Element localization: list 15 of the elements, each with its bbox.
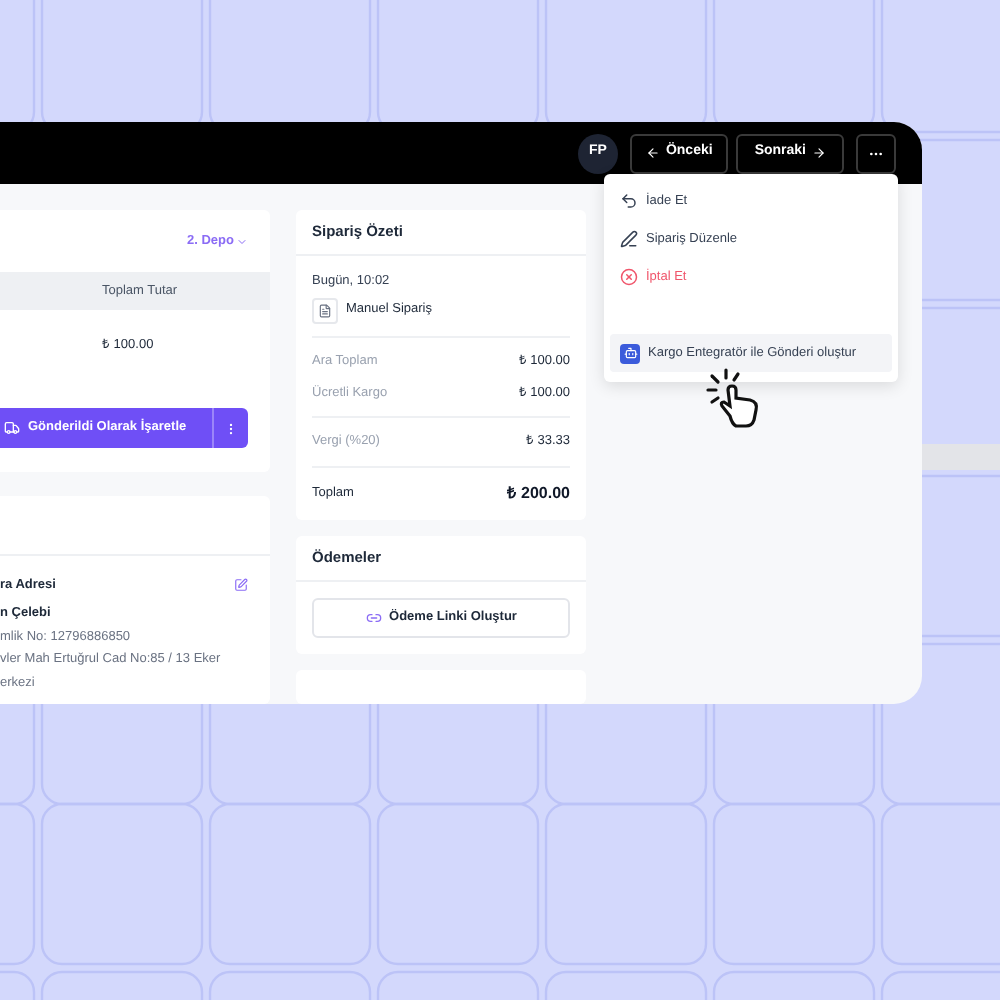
edit-icon[interactable] bbox=[234, 578, 248, 593]
side-strip bbox=[922, 444, 1000, 470]
document-icon bbox=[312, 297, 338, 324]
more-icon bbox=[224, 421, 238, 435]
arrow-right-icon bbox=[812, 146, 826, 160]
close-circle-icon bbox=[620, 268, 638, 286]
total-value: ₺ 200.00 bbox=[506, 482, 570, 506]
arrow-left-icon bbox=[645, 146, 660, 160]
undo-icon bbox=[620, 192, 638, 210]
link-icon bbox=[365, 610, 382, 626]
chevron-down-icon bbox=[236, 235, 248, 247]
truck-icon bbox=[4, 420, 20, 436]
pen-icon bbox=[620, 230, 638, 248]
robot-icon bbox=[620, 343, 640, 363]
more-options-button[interactable] bbox=[212, 408, 248, 448]
